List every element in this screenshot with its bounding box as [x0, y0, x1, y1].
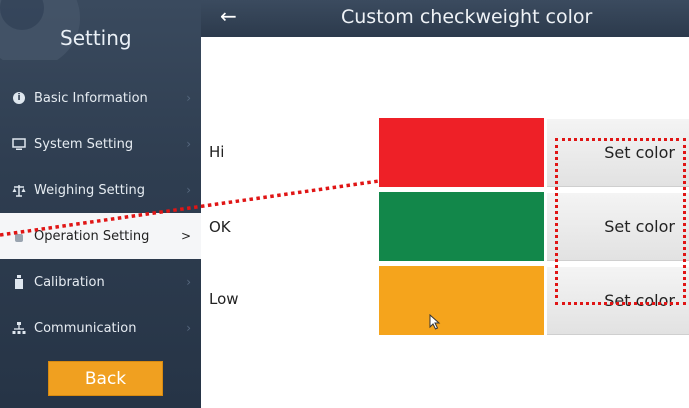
mouse-cursor-icon: [429, 314, 441, 330]
chevron-right-icon: ›: [186, 321, 191, 335]
title-bar: ← Custom checkweight color: [201, 0, 689, 37]
chevron-right-icon: ›: [186, 137, 191, 151]
sidebar-header: Setting: [0, 0, 201, 60]
sidebar-item-label: Basic Information: [34, 90, 148, 106]
sidebar-item-label: Weighing Setting: [34, 182, 145, 198]
back-arrow-icon[interactable]: ←: [220, 4, 237, 28]
row-label-ok: OK: [209, 218, 231, 236]
color-swatch-low: [379, 266, 544, 335]
sidebar: Setting i Basic Information › System Set…: [0, 0, 201, 408]
page-title: Custom checkweight color: [341, 6, 593, 28]
info-icon: i: [12, 91, 26, 105]
sidebar-item-system-setting[interactable]: System Setting ›: [0, 121, 201, 167]
sidebar-item-label: Communication: [34, 320, 137, 336]
sidebar-item-label: Calibration: [34, 274, 105, 290]
back-button[interactable]: Back: [48, 361, 163, 396]
row-label-low: Low: [209, 290, 239, 308]
chevron-right-icon: ›: [186, 183, 191, 197]
scale-icon: [12, 183, 26, 197]
sidebar-item-label: System Setting: [34, 136, 134, 152]
chevron-right-icon: ›: [186, 91, 191, 105]
annotation-highlight-box: [555, 138, 686, 305]
color-swatch-ok: [379, 192, 544, 261]
sidebar-item-basic-information[interactable]: i Basic Information ›: [0, 75, 201, 121]
sidebar-menu: i Basic Information › System Setting › W…: [0, 75, 201, 351]
sidebar-item-weighing-setting[interactable]: Weighing Setting ›: [0, 167, 201, 213]
sidebar-item-communication[interactable]: Communication ›: [0, 305, 201, 351]
sidebar-item-label: Operation Setting: [34, 228, 150, 244]
weight-icon: [12, 275, 26, 289]
chevron-right-icon: ›: [186, 275, 191, 289]
monitor-icon: [12, 137, 26, 151]
sidebar-item-calibration[interactable]: Calibration ›: [0, 259, 201, 305]
chevron-right-icon: >: [180, 229, 191, 243]
color-swatch-hi: [379, 118, 544, 187]
sidebar-title: Setting: [60, 26, 132, 50]
row-label-hi: Hi: [209, 143, 225, 161]
sidebar-item-operation-setting[interactable]: Operation Setting >: [0, 213, 201, 259]
network-icon: [12, 321, 26, 335]
hand-icon: [12, 229, 26, 243]
